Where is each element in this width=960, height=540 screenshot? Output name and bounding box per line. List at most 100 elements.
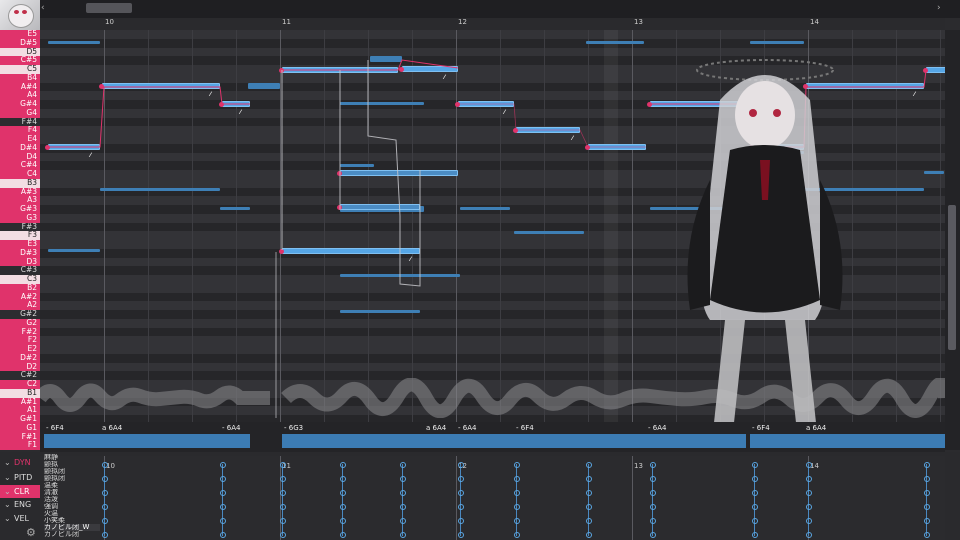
control-point[interactable] — [220, 504, 226, 510]
list-item[interactable]: 活泼 — [44, 496, 100, 503]
piano-keyboard[interactable]: E5 D#5 D5 C#5 C5 B4 A#4 A4 G#4 G4 F#4 F4 E4 D#4 D4 C#4 C… — [0, 29, 40, 450]
control-point[interactable] — [280, 518, 286, 524]
control-point[interactable] — [102, 490, 108, 496]
control-point[interactable] — [924, 490, 930, 496]
control-point[interactable] — [650, 532, 656, 538]
control-point[interactable] — [102, 462, 108, 468]
control-point[interactable] — [514, 490, 520, 496]
control-point[interactable] — [650, 518, 656, 524]
list-item[interactable]: 麻静 — [44, 454, 100, 461]
phoneme-block[interactable] — [646, 434, 746, 448]
control-point[interactable] — [102, 476, 108, 482]
control-point[interactable] — [514, 504, 520, 510]
voice-color-list[interactable]: 麻静 颤拟 颤拟闭 颤拟闭 温柔 清澈 活泼 强调 火温 小笑柔 カノビル闭_W… — [44, 454, 100, 538]
control-point[interactable] — [586, 518, 592, 524]
control-point[interactable] — [220, 518, 226, 524]
control-point[interactable] — [458, 504, 464, 510]
list-item[interactable]: 清澈 — [44, 489, 100, 496]
control-point[interactable] — [280, 462, 286, 468]
control-point[interactable] — [650, 476, 656, 482]
phoneme-block[interactable] — [282, 434, 456, 448]
control-point[interactable] — [806, 532, 812, 538]
parameter-curve-area[interactable]: 10 11 12 13 14 — [40, 456, 945, 540]
control-point[interactable] — [752, 518, 758, 524]
control-point[interactable] — [102, 532, 108, 538]
control-point[interactable] — [280, 532, 286, 538]
control-point[interactable] — [806, 476, 812, 482]
list-item[interactable]: カノビル闭 — [44, 531, 100, 538]
param-pitd[interactable]: ⌄ PITD — [0, 471, 40, 484]
control-point[interactable] — [400, 504, 406, 510]
control-point[interactable] — [924, 532, 930, 538]
list-item[interactable]: 强调 — [44, 503, 100, 510]
control-point[interactable] — [102, 504, 108, 510]
param-vel[interactable]: ⌄ VEL — [0, 512, 40, 525]
control-point[interactable] — [340, 532, 346, 538]
control-point[interactable] — [514, 462, 520, 468]
control-point[interactable] — [586, 504, 592, 510]
control-point[interactable] — [340, 490, 346, 496]
phoneme-lane[interactable]: - 6F4 a 6A4 - 6A4 - 6G3 a 6A4 - 6A4 - 6F… — [40, 422, 945, 452]
control-point[interactable] — [220, 462, 226, 468]
control-point[interactable] — [400, 476, 406, 482]
list-item[interactable]: 颤拟闭 — [44, 475, 100, 482]
control-point[interactable] — [340, 476, 346, 482]
control-point[interactable] — [220, 476, 226, 482]
control-point[interactable] — [924, 462, 930, 468]
control-point[interactable] — [340, 504, 346, 510]
list-item[interactable]: 颤拟 — [44, 461, 100, 468]
control-point[interactable] — [924, 518, 930, 524]
control-point[interactable] — [806, 518, 812, 524]
control-point[interactable] — [586, 490, 592, 496]
list-item[interactable]: 火温 — [44, 510, 100, 517]
control-point[interactable] — [924, 504, 930, 510]
control-point[interactable] — [400, 490, 406, 496]
param-clr[interactable]: ⌄ CLR — [0, 485, 40, 498]
phoneme-block[interactable] — [220, 434, 250, 448]
control-point[interactable] — [586, 476, 592, 482]
control-point[interactable] — [586, 462, 592, 468]
control-point[interactable] — [752, 490, 758, 496]
control-point[interactable] — [514, 476, 520, 482]
phoneme-block[interactable] — [804, 434, 945, 448]
control-point[interactable] — [280, 504, 286, 510]
control-point[interactable] — [806, 462, 812, 468]
list-item-selected[interactable]: カノビル闭_W — [44, 524, 100, 531]
param-eng[interactable]: ⌄ ENG — [0, 498, 40, 511]
control-point[interactable] — [752, 462, 758, 468]
phoneme-block[interactable] — [750, 434, 804, 448]
control-point[interactable] — [220, 490, 226, 496]
vertical-scrollbar-thumb[interactable] — [948, 205, 956, 350]
list-item[interactable]: 温柔 — [44, 482, 100, 489]
control-point[interactable] — [280, 490, 286, 496]
control-point[interactable] — [340, 518, 346, 524]
chevron-right-icon[interactable]: › — [937, 3, 941, 13]
control-point[interactable] — [752, 532, 758, 538]
control-point[interactable] — [220, 532, 226, 538]
control-point[interactable] — [458, 462, 464, 468]
horizontal-scrollbar-thumb[interactable] — [86, 3, 132, 13]
control-point[interactable] — [458, 518, 464, 524]
timeline-ruler[interactable]: 10 11 12 13 14 — [40, 18, 945, 30]
control-point[interactable] — [400, 462, 406, 468]
control-point[interactable] — [400, 518, 406, 524]
control-point[interactable] — [400, 532, 406, 538]
phoneme-block[interactable] — [44, 434, 100, 448]
control-point[interactable] — [806, 490, 812, 496]
control-point[interactable] — [458, 490, 464, 496]
control-point[interactable] — [752, 476, 758, 482]
control-point[interactable] — [650, 462, 656, 468]
control-point[interactable] — [514, 532, 520, 538]
list-item[interactable]: 小笑柔 — [44, 517, 100, 524]
phoneme-block[interactable] — [514, 434, 584, 448]
gear-icon[interactable]: ⚙ — [26, 526, 36, 539]
piano-key-f1[interactable]: F1 — [0, 440, 40, 450]
control-point[interactable] — [280, 476, 286, 482]
phoneme-block[interactable] — [100, 434, 220, 448]
singer-avatar[interactable] — [0, 0, 40, 30]
control-point[interactable] — [650, 490, 656, 496]
control-point[interactable] — [514, 518, 520, 524]
control-point[interactable] — [340, 462, 346, 468]
list-item[interactable]: 颤拟闭 — [44, 468, 100, 475]
control-point[interactable] — [752, 504, 758, 510]
